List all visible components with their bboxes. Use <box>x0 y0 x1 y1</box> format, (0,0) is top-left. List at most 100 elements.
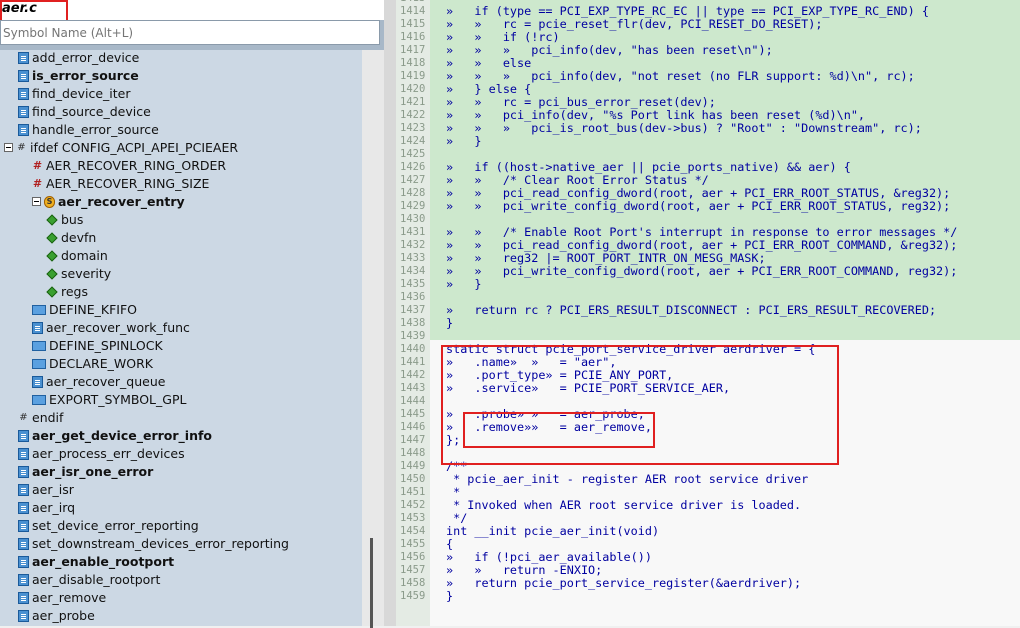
symbol-item[interactable]: is_error_source <box>18 67 139 85</box>
line-number: 1430 <box>400 213 426 225</box>
line-number: 1449 <box>400 460 426 472</box>
symbol-list-scrollbar[interactable] <box>362 50 384 628</box>
line-number: 1422 <box>400 109 426 121</box>
symbol-item[interactable]: set_device_error_reporting <box>18 517 199 535</box>
line-number: 1444 <box>400 395 426 407</box>
symbol-label: set_device_error_reporting <box>32 518 199 533</box>
symbol-item[interactable]: add_error_device <box>18 49 139 67</box>
function-icon <box>18 123 29 136</box>
symbol-item[interactable]: DEFINE_KFIFO <box>32 301 137 319</box>
code-line: » » » pci_is_root_bus(dev->bus) ? "Root"… <box>446 121 922 135</box>
tree-collapse-icon[interactable] <box>32 197 41 206</box>
function-icon <box>18 429 29 442</box>
function-icon <box>18 591 29 604</box>
symbol-label: aer_isr_one_error <box>32 464 154 479</box>
line-number: 1441 <box>400 356 426 368</box>
line-number: 1458 <box>400 577 426 589</box>
symbol-item[interactable]: DEFINE_SPINLOCK <box>32 337 163 355</box>
line-number: 1459 <box>400 590 426 602</box>
code-line: » » pci_write_config_dword(root, aer + P… <box>446 264 958 278</box>
symbol-item[interactable]: regs <box>46 283 88 301</box>
symbol-item[interactable]: find_device_iter <box>18 85 131 103</box>
symbol-item[interactable]: bus <box>46 211 83 229</box>
ifdef-icon: # <box>17 141 26 153</box>
symbol-label: aer_disable_rootport <box>32 572 161 587</box>
define-icon: # <box>32 158 43 172</box>
symbol-item[interactable]: aer_get_device_error_info <box>18 427 212 445</box>
line-number: 1417 <box>400 44 426 56</box>
line-number: 1423 <box>400 122 426 134</box>
function-icon <box>32 375 43 388</box>
function-icon <box>18 501 29 514</box>
symbol-label: aer_isr <box>32 482 74 497</box>
editor-margin <box>384 0 396 626</box>
line-number: 1446 <box>400 421 426 433</box>
member-icon <box>46 267 58 280</box>
code-line: » } <box>446 134 482 148</box>
symbol-item[interactable]: aer_recover_work_func <box>32 319 190 337</box>
symbol-item[interactable]: find_source_device <box>18 103 151 121</box>
symbol-label: DEFINE_KFIFO <box>49 302 138 317</box>
symbol-item[interactable]: aer_probe <box>18 607 95 625</box>
code-line: } <box>446 589 454 603</box>
symbol-item[interactable]: aer_recover_queue <box>32 373 165 391</box>
symbol-label: EXPORT_SYMBOL_GPL <box>49 392 187 407</box>
symbol-item[interactable]: aer_disable_rootport <box>18 571 160 589</box>
symbol-label: is_error_source <box>32 68 139 83</box>
line-number: 1450 <box>400 473 426 485</box>
symbol-item[interactable]: set_downstream_devices_error_reporting <box>18 535 289 553</box>
function-icon <box>18 447 29 460</box>
function-icon <box>18 537 29 550</box>
member-icon <box>46 249 58 262</box>
symbol-item[interactable]: aer_irq <box>18 499 75 517</box>
line-number: 1424 <box>400 135 426 147</box>
symbol-item[interactable]: aer_enable_rootport <box>18 553 174 571</box>
macro-icon <box>32 304 46 315</box>
symbol-item[interactable]: # ifdef CONFIG_ACPI_APEI_PCIEAER <box>4 139 238 157</box>
symbol-label: AER_RECOVER_RING_SIZE <box>46 176 210 191</box>
symbol-label: DEFINE_SPINLOCK <box>49 338 163 353</box>
function-icon <box>18 609 29 622</box>
symbol-item[interactable]: aer_isr <box>18 481 74 499</box>
symbol-item[interactable]: # endif <box>18 409 63 427</box>
symbol-item[interactable]: # AER_RECOVER_RING_SIZE <box>32 175 210 193</box>
symbol-list-scrollbar-thumb[interactable] <box>370 538 373 628</box>
symbol-label: DECLARE_WORK <box>49 356 153 371</box>
symbol-label: find_device_iter <box>32 86 131 101</box>
symbol-label: AER_RECOVER_RING_ORDER <box>46 158 227 173</box>
member-icon <box>46 213 58 226</box>
symbol-label: aer_recover_entry <box>58 194 185 209</box>
symbol-item[interactable]: DECLARE_WORK <box>32 355 153 373</box>
symbol-item[interactable]: Saer_recover_entry <box>32 193 185 211</box>
line-number: 1425 <box>400 148 426 160</box>
symbol-label: aer_recover_queue <box>46 374 166 389</box>
macro-icon <box>32 340 46 351</box>
symbol-item[interactable]: severity <box>46 265 111 283</box>
code-line: } <box>446 316 454 330</box>
function-icon <box>18 573 29 586</box>
symbol-item[interactable]: devfn <box>46 229 96 247</box>
symbol-list: add_error_device is_error_source find_devi… <box>0 50 362 626</box>
line-number: 1416 <box>400 31 426 43</box>
symbol-label: regs <box>61 284 89 299</box>
symbol-item[interactable]: aer_remove <box>18 589 106 607</box>
symbol-label: aer_irq <box>32 500 76 515</box>
symbol-label: ifdef CONFIG_ACPI_APEI_PCIEAER <box>30 140 239 155</box>
function-icon <box>18 87 29 100</box>
line-number: 1415 <box>400 18 426 30</box>
symbol-item[interactable]: # AER_RECOVER_RING_ORDER <box>32 157 226 175</box>
symbol-item[interactable]: domain <box>46 247 108 265</box>
line-number: 1427 <box>400 174 426 186</box>
symbol-item[interactable]: handle_error_source <box>18 121 159 139</box>
line-number: 1457 <box>400 564 426 576</box>
line-number: 1454 <box>400 525 426 537</box>
line-number: 1436 <box>400 291 426 303</box>
function-icon <box>18 105 29 118</box>
symbol-item[interactable]: aer_process_err_devices <box>18 445 185 463</box>
symbol-item[interactable]: aer_isr_one_error <box>18 463 153 481</box>
line-number: 1447 <box>400 434 426 446</box>
symbol-item[interactable]: EXPORT_SYMBOL_GPL <box>32 391 186 409</box>
code-line: » return pcie_port_service_register(&aer… <box>446 576 802 590</box>
symbol-search-input[interactable] <box>0 20 380 45</box>
tree-collapse-icon[interactable] <box>4 143 13 152</box>
